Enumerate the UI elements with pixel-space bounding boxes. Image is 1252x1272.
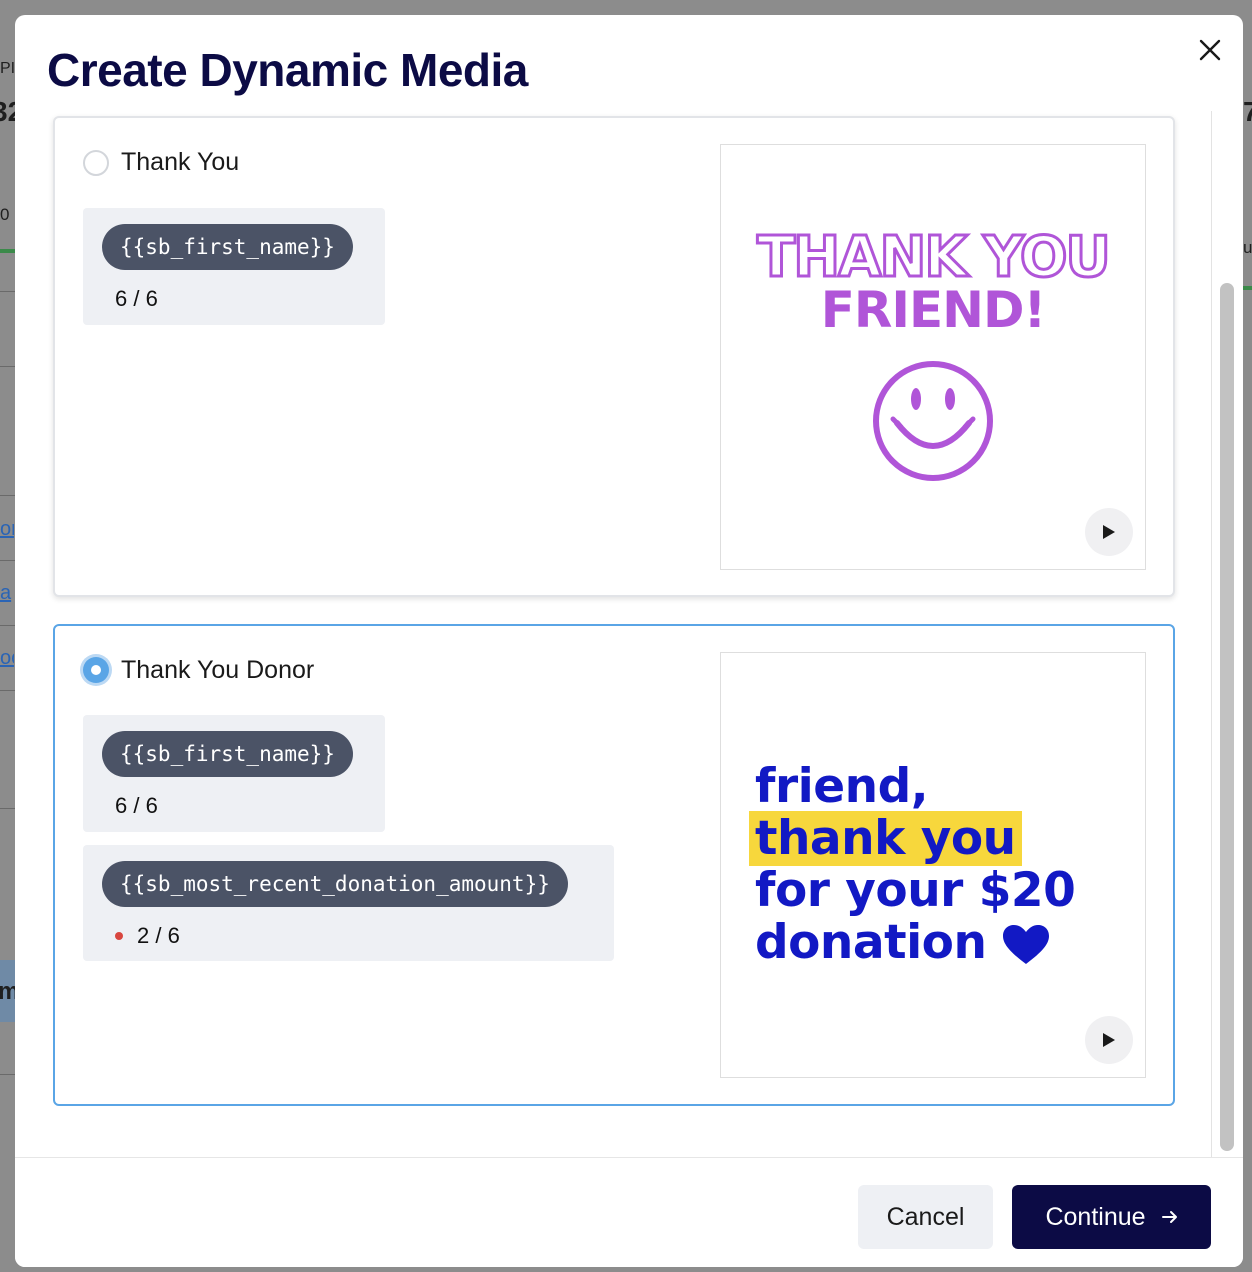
count-text: 6 / 6	[115, 286, 158, 311]
variable-count: 6 / 6	[115, 286, 158, 312]
dialog-footer: Cancel Continue	[15, 1157, 1243, 1267]
bg-divider	[0, 625, 15, 626]
bg-divider	[0, 291, 15, 292]
close-button[interactable]	[1195, 35, 1225, 65]
bg-fragment: m	[0, 978, 15, 1005]
preview-line-2: FRIEND!	[820, 281, 1047, 339]
preview-text: friend, thank you for your $20 donation	[749, 759, 1076, 969]
continue-label: Continue	[1045, 1202, 1146, 1231]
option-card-thank-you[interactable]: Thank You {{sb_first_name}} 6 / 6 THANK …	[53, 116, 1175, 597]
bg-divider	[0, 690, 15, 691]
variable-token: {{sb_first_name}}	[102, 731, 353, 777]
preview-line-3: for your $20	[755, 863, 1076, 918]
option-label: Thank You Donor	[121, 656, 315, 684]
variable-count: 2 / 6	[115, 923, 180, 949]
bg-link: oc	[0, 647, 14, 669]
media-preview: THANK YOU FRIEND!	[720, 144, 1146, 570]
variable-box: {{sb_first_name}} 6 / 6	[83, 208, 385, 325]
bg-divider	[0, 560, 15, 561]
bg-fragment: 7/	[1243, 96, 1252, 127]
scrollbar-thumb[interactable]	[1220, 283, 1234, 1151]
radio-thank-you-donor[interactable]	[83, 657, 109, 683]
scrollbar[interactable]	[1211, 111, 1243, 1157]
bg-fragment: u	[1243, 238, 1252, 257]
radio-thank-you[interactable]	[83, 150, 109, 176]
preview-line-4-text: donation	[755, 915, 987, 970]
smiley-face-icon	[873, 361, 993, 481]
play-button[interactable]	[1085, 508, 1133, 556]
bg-divider	[0, 808, 15, 809]
variable-box: {{sb_first_name}} 6 / 6	[83, 715, 385, 832]
count-text: 6 / 6	[115, 793, 158, 818]
bg-divider	[0, 366, 15, 367]
bg-fragment: PI	[0, 60, 15, 77]
option-label: Thank You	[121, 148, 240, 176]
create-dynamic-media-dialog: Create Dynamic Media Thank You {{sb_firs…	[15, 15, 1243, 1267]
preview-line-4: donation	[755, 917, 1075, 969]
cancel-label: Cancel	[886, 1202, 965, 1231]
bg-progress-bar	[0, 249, 15, 253]
bg-progress-bar	[1243, 286, 1252, 290]
count-text: 2 / 6	[137, 923, 180, 948]
continue-button[interactable]: Continue	[1012, 1185, 1211, 1249]
bg-divider	[0, 495, 15, 496]
warning-dot	[115, 932, 123, 940]
bg-fragment: 32	[0, 96, 15, 128]
variable-token: {{sb_first_name}}	[102, 224, 353, 270]
media-preview: friend, thank you for your $20 donation	[720, 652, 1146, 1078]
variable-box: {{sb_most_recent_donation_amount}} 2 / 6	[83, 845, 614, 961]
play-icon	[1103, 1033, 1115, 1047]
close-icon	[1199, 39, 1221, 61]
play-button[interactable]	[1085, 1016, 1133, 1064]
bg-link: a	[0, 582, 12, 604]
arrow-right-icon	[1161, 1211, 1177, 1223]
option-card-thank-you-donor[interactable]: Thank You Donor {{sb_first_name}} 6 / 6 …	[53, 624, 1175, 1106]
variable-count: 6 / 6	[115, 793, 158, 819]
bg-link: on	[0, 518, 14, 540]
cancel-button[interactable]: Cancel	[858, 1185, 993, 1249]
heart-icon	[1003, 925, 1050, 964]
preview-line-1: friend,	[755, 759, 929, 814]
preview-line-2: thank you	[749, 811, 1075, 866]
options-scroll-area[interactable]: Thank You {{sb_first_name}} 6 / 6 THANK …	[15, 111, 1243, 1157]
variable-token: {{sb_most_recent_donation_amount}}	[102, 861, 568, 907]
dialog-title: Create Dynamic Media	[47, 44, 528, 96]
bg-divider	[0, 1074, 15, 1075]
play-icon	[1103, 525, 1115, 539]
highlighted-text: thank you	[749, 811, 1022, 866]
bg-fragment: 0	[0, 205, 10, 224]
